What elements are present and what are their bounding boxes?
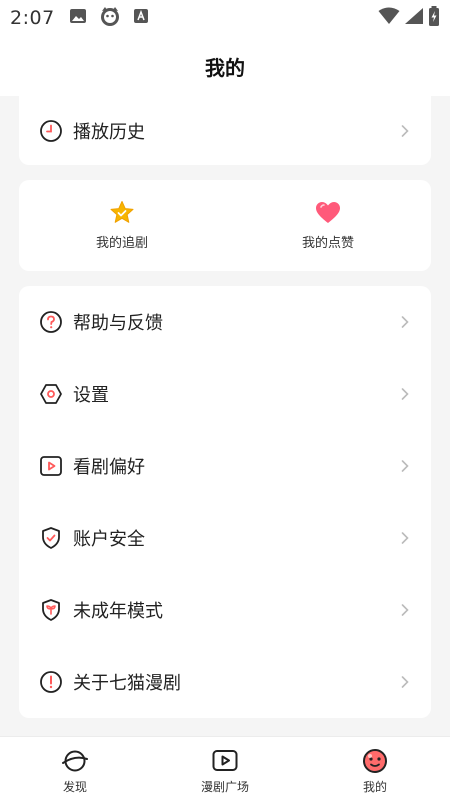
- clock-icon: [39, 119, 63, 143]
- about-label: 关于七猫漫剧: [73, 673, 181, 694]
- help-feedback-label: 帮助与反馈: [73, 313, 163, 334]
- status-bar: 2:07: [0, 0, 450, 36]
- shield-check-icon: [39, 526, 63, 550]
- play-history-row[interactable]: 播放历史: [19, 96, 431, 165]
- help-feedback-row[interactable]: 帮助与反馈: [19, 286, 431, 358]
- tab-drama-plaza[interactable]: 漫剧广场: [150, 737, 300, 800]
- signal-icon: [404, 7, 424, 29]
- battery-charging-icon: [428, 6, 440, 30]
- chevron-right-icon: [399, 676, 411, 688]
- info-icon: [39, 670, 63, 694]
- star-icon: [109, 200, 135, 226]
- chevron-right-icon: [399, 316, 411, 328]
- minor-mode-row[interactable]: 未成年模式: [19, 574, 431, 646]
- my-follows-button[interactable]: 我的追剧: [19, 180, 225, 271]
- chevron-right-icon: [399, 532, 411, 544]
- settings-hexagon-icon: [39, 382, 63, 406]
- account-security-row[interactable]: 账户安全: [19, 502, 431, 574]
- title-bar: 我的: [0, 36, 450, 96]
- my-follows-label: 我的追剧: [95, 236, 148, 251]
- tab-mine-label: 我的: [362, 779, 387, 794]
- settings-label: 设置: [73, 385, 109, 406]
- settings-row[interactable]: 设置: [19, 358, 431, 430]
- viewing-preference-label: 看剧偏好: [73, 457, 145, 478]
- tab-mine[interactable]: 我的: [300, 737, 450, 800]
- tab-discover[interactable]: 发现: [0, 737, 150, 800]
- planet-icon: [61, 747, 89, 775]
- shield-sprout-icon: [39, 598, 63, 622]
- chevron-right-icon: [399, 460, 411, 472]
- chevron-right-icon: [399, 124, 411, 137]
- minor-mode-label: 未成年模式: [73, 601, 163, 622]
- tab-discover-label: 发现: [62, 779, 87, 794]
- image-icon: [69, 8, 87, 28]
- heart-icon: [315, 200, 341, 226]
- play-tv-icon: [211, 747, 239, 775]
- status-time: 2:07: [10, 7, 55, 29]
- my-likes-button[interactable]: 我的点赞: [225, 180, 431, 271]
- page-title: 我的: [205, 55, 245, 80]
- settings-menu-card: 帮助与反馈 设置 看剧偏好 账户安全 未成年模式 关于七猫漫剧: [19, 286, 431, 718]
- account-security-label: 账户安全: [73, 529, 145, 550]
- bottom-tab-bar: 发现 漫剧广场 我的: [0, 736, 450, 800]
- wifi-icon: [378, 7, 400, 29]
- face-icon: [361, 747, 389, 775]
- font-a-icon: [133, 8, 149, 28]
- play-history-label: 播放历史: [73, 121, 145, 143]
- viewing-preference-row[interactable]: 看剧偏好: [19, 430, 431, 502]
- chevron-right-icon: [399, 604, 411, 616]
- cat-mascot-icon: [99, 5, 121, 31]
- history-card: 播放历史: [19, 96, 431, 165]
- about-row[interactable]: 关于七猫漫剧: [19, 646, 431, 718]
- question-icon: [39, 310, 63, 334]
- favorites-card: 我的追剧 我的点赞: [19, 180, 431, 271]
- play-square-icon: [39, 454, 63, 478]
- tab-drama-plaza-label: 漫剧广场: [200, 779, 249, 794]
- chevron-right-icon: [399, 388, 411, 400]
- my-likes-label: 我的点赞: [301, 236, 354, 251]
